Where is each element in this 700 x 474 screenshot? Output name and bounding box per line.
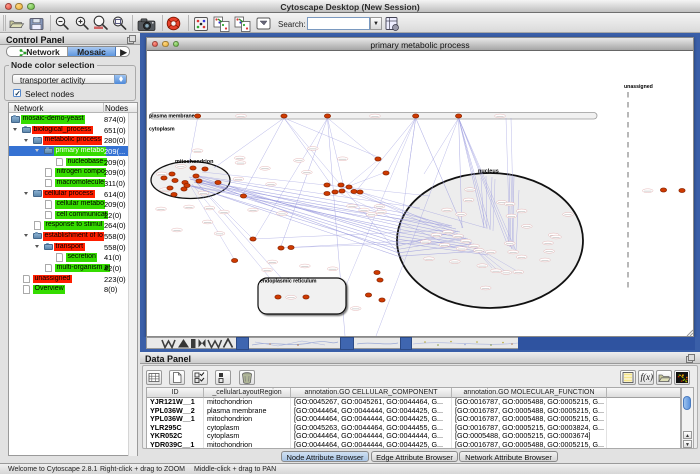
svg-text:cytoplasm: cytoplasm (149, 127, 175, 133)
svg-text:nucleus: nucleus (478, 169, 499, 175)
svg-text:endoplasmic reticulum: endoplasmic reticulum (260, 279, 317, 285)
svg-text:plasma membrane: plasma membrane (149, 114, 195, 120)
svg-text:unassigned: unassigned (624, 84, 653, 90)
svg-text:mitochondrion: mitochondrion (175, 159, 214, 165)
